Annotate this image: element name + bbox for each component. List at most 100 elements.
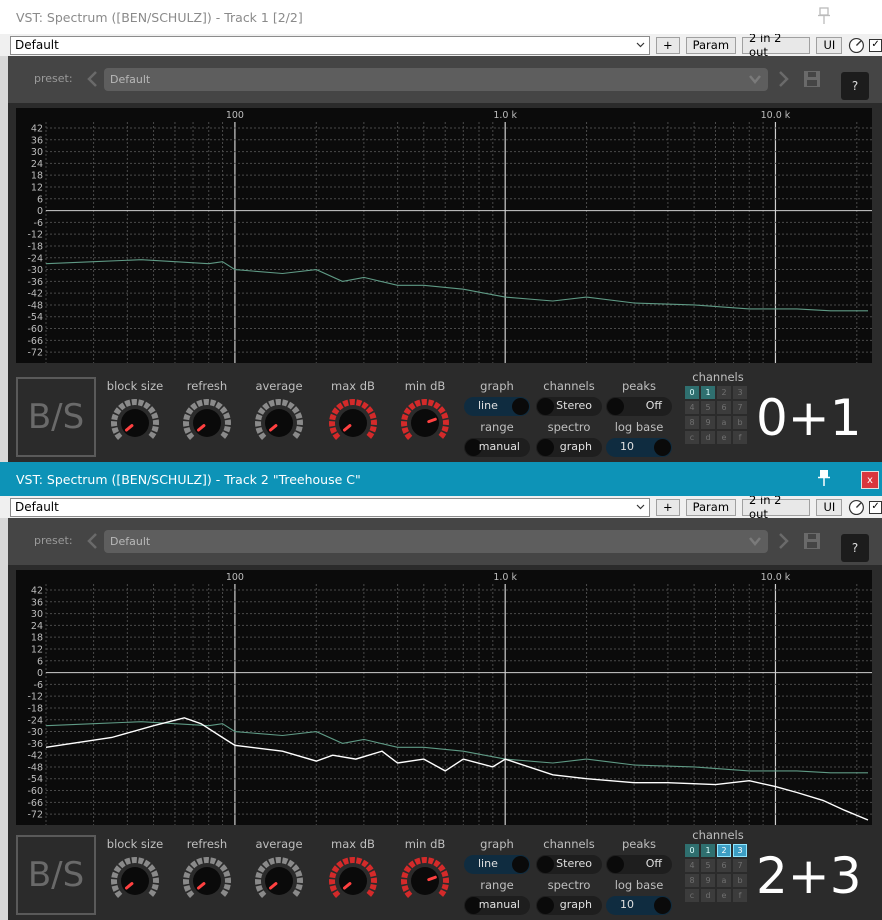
bypass-checkbox[interactable]: ✓ <box>869 38 882 52</box>
toggle-peaks[interactable]: peaks Off <box>606 379 672 416</box>
knob-dial[interactable] <box>182 398 232 448</box>
window-titlebar[interactable]: VST: Spectrum ([BEN/SCHULZ]) - Track 1 [… <box>0 0 882 34</box>
toggle-range[interactable]: range manual <box>464 420 530 457</box>
toggle-spectro[interactable]: spectro graph <box>536 420 602 457</box>
knob-average[interactable]: average <box>244 828 314 906</box>
channel-cell-d[interactable]: d <box>701 431 715 444</box>
channel-cell-4[interactable]: 4 <box>685 859 699 872</box>
help-button[interactable]: ? <box>841 534 869 562</box>
wet-knob-icon[interactable] <box>848 499 865 516</box>
knob-dial[interactable] <box>400 856 450 906</box>
toggle-peaks[interactable]: peaks Off <box>606 837 672 874</box>
toggle-channels[interactable]: channels Stereo <box>536 379 602 416</box>
prev-preset-icon[interactable] <box>86 69 100 89</box>
channel-cell-b[interactable]: b <box>733 416 747 429</box>
toggle-switch[interactable]: Stereo <box>536 855 602 874</box>
channel-cell-6[interactable]: 6 <box>717 401 731 414</box>
wet-knob-icon[interactable] <box>848 37 865 54</box>
channel-cell-8[interactable]: 8 <box>685 416 699 429</box>
save-preset-icon[interactable] <box>802 531 822 551</box>
toggle-switch[interactable]: Stereo <box>536 397 602 416</box>
toggle-log-base[interactable]: log base 10 <box>606 878 672 915</box>
add-button[interactable]: + <box>655 36 680 54</box>
channel-cell-0[interactable]: 0 <box>685 386 699 399</box>
toggle-graph[interactable]: graph line <box>464 837 530 874</box>
preset-field[interactable]: Default <box>104 530 768 553</box>
channel-cell-b[interactable]: b <box>733 874 747 887</box>
prev-preset-icon[interactable] <box>86 531 100 551</box>
channel-cell-e[interactable]: e <box>717 889 731 902</box>
save-preset-icon[interactable] <box>802 69 822 89</box>
knob-max-dB[interactable]: max dB <box>318 828 388 906</box>
channel-cell-6[interactable]: 6 <box>717 859 731 872</box>
knob-min-dB[interactable]: min dB <box>390 828 460 906</box>
toggle-switch[interactable]: manual <box>464 896 530 915</box>
add-button[interactable]: + <box>655 498 680 516</box>
knob-dial[interactable] <box>328 856 378 906</box>
toggle-spectro[interactable]: spectro graph <box>536 878 602 915</box>
preset-field[interactable]: Default <box>104 68 768 91</box>
io-button[interactable]: 2 in 2 out <box>742 493 811 521</box>
io-button[interactable]: 2 in 2 out <box>742 31 811 59</box>
toggle-switch[interactable]: graph <box>536 438 602 457</box>
knob-dial[interactable] <box>182 856 232 906</box>
ui-button[interactable]: UI <box>816 36 843 54</box>
toggle-range[interactable]: range manual <box>464 878 530 915</box>
channel-cell-0[interactable]: 0 <box>685 844 699 857</box>
knob-dial[interactable] <box>400 398 450 448</box>
pin-icon[interactable] <box>816 469 832 487</box>
toggle-switch[interactable]: graph <box>536 896 602 915</box>
toggle-switch[interactable]: 10 <box>606 896 672 915</box>
channel-cell-c[interactable]: c <box>685 431 699 444</box>
knob-dial[interactable] <box>254 398 304 448</box>
knob-block-size[interactable]: block size <box>100 828 170 906</box>
knob-dial[interactable] <box>328 398 378 448</box>
channel-cell-9[interactable]: 9 <box>701 874 715 887</box>
channel-cell-3[interactable]: 3 <box>733 844 747 857</box>
channel-cell-5[interactable]: 5 <box>701 859 715 872</box>
channel-cell-f[interactable]: f <box>733 431 747 444</box>
param-button[interactable]: Param <box>685 498 737 516</box>
toggle-switch[interactable]: Off <box>606 855 672 874</box>
channel-cell-e[interactable]: e <box>717 431 731 444</box>
toggle-switch[interactable]: 10 <box>606 438 672 457</box>
bypass-checkbox[interactable]: ✓ <box>869 500 882 514</box>
channel-cell-5[interactable]: 5 <box>701 401 715 414</box>
next-preset-icon[interactable] <box>776 69 790 89</box>
channel-cell-a[interactable]: a <box>717 416 731 429</box>
knob-block-size[interactable]: block size <box>100 370 170 448</box>
channel-cell-c[interactable]: c <box>685 889 699 902</box>
channel-cell-2[interactable]: 2 <box>717 844 731 857</box>
toggle-switch[interactable]: manual <box>464 438 530 457</box>
channel-cell-8[interactable]: 8 <box>685 874 699 887</box>
close-button[interactable]: x <box>861 471 879 489</box>
knob-dial[interactable] <box>110 856 160 906</box>
window-titlebar[interactable]: VST: Spectrum ([BEN/SCHULZ]) - Track 2 "… <box>0 462 882 496</box>
ui-button[interactable]: UI <box>816 498 843 516</box>
preset-dropdown[interactable]: Default <box>10 497 650 517</box>
toggle-switch[interactable]: line <box>464 855 530 874</box>
channel-cell-7[interactable]: 7 <box>733 401 747 414</box>
channel-cell-2[interactable]: 2 <box>717 386 731 399</box>
channel-cell-4[interactable]: 4 <box>685 401 699 414</box>
knob-refresh[interactable]: refresh <box>172 828 242 906</box>
help-button[interactable]: ? <box>841 72 869 100</box>
toggle-channels[interactable]: channels Stereo <box>536 837 602 874</box>
toggle-log-base[interactable]: log base 10 <box>606 420 672 457</box>
toggle-switch[interactable]: Off <box>606 397 672 416</box>
toggle-graph[interactable]: graph line <box>464 379 530 416</box>
next-preset-icon[interactable] <box>776 531 790 551</box>
channel-cell-f[interactable]: f <box>733 889 747 902</box>
channel-cell-d[interactable]: d <box>701 889 715 902</box>
channel-cell-9[interactable]: 9 <box>701 416 715 429</box>
channel-cell-1[interactable]: 1 <box>701 386 715 399</box>
param-button[interactable]: Param <box>685 36 737 54</box>
channel-cell-7[interactable]: 7 <box>733 859 747 872</box>
preset-dropdown[interactable]: Default <box>10 35 650 55</box>
knob-min-dB[interactable]: min dB <box>390 370 460 448</box>
channel-cell-1[interactable]: 1 <box>701 844 715 857</box>
toggle-switch[interactable]: line <box>464 397 530 416</box>
knob-dial[interactable] <box>254 856 304 906</box>
pin-icon[interactable] <box>816 7 832 25</box>
channel-cell-3[interactable]: 3 <box>733 386 747 399</box>
